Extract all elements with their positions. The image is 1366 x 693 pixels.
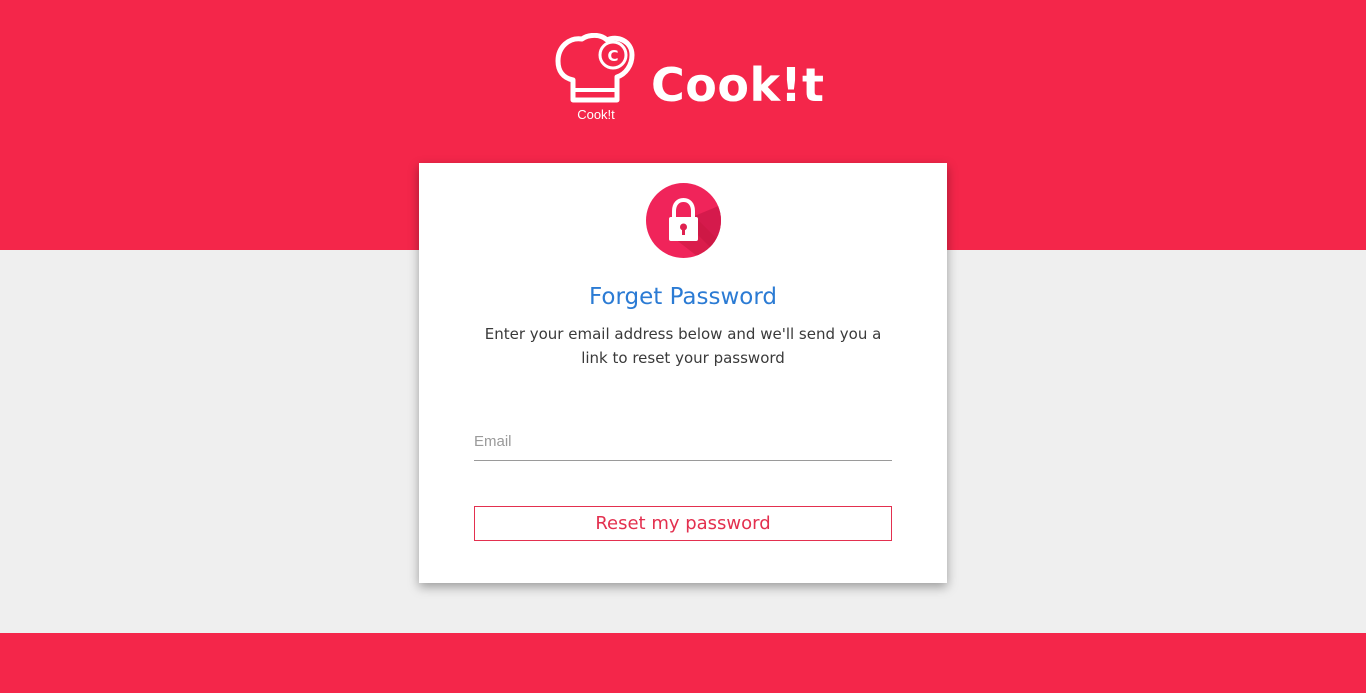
logo-badge-letter: C — [607, 47, 618, 65]
page-title: Forget Password — [588, 284, 778, 310]
brand-name: Cook!t — [651, 58, 825, 112]
lock-icon — [646, 183, 721, 258]
email-field[interactable] — [474, 423, 892, 461]
footer-banner — [0, 633, 1366, 693]
reset-password-button[interactable]: Reset my password — [474, 506, 892, 541]
instructions-text: Enter your email address below and we'll… — [484, 325, 882, 367]
forgot-password-card: Forget Password Enter your email address… — [419, 163, 947, 583]
logo-caption: Cook!t — [577, 107, 615, 122]
brand-logo[interactable]: C Cook!t Cook!t — [555, 33, 825, 125]
